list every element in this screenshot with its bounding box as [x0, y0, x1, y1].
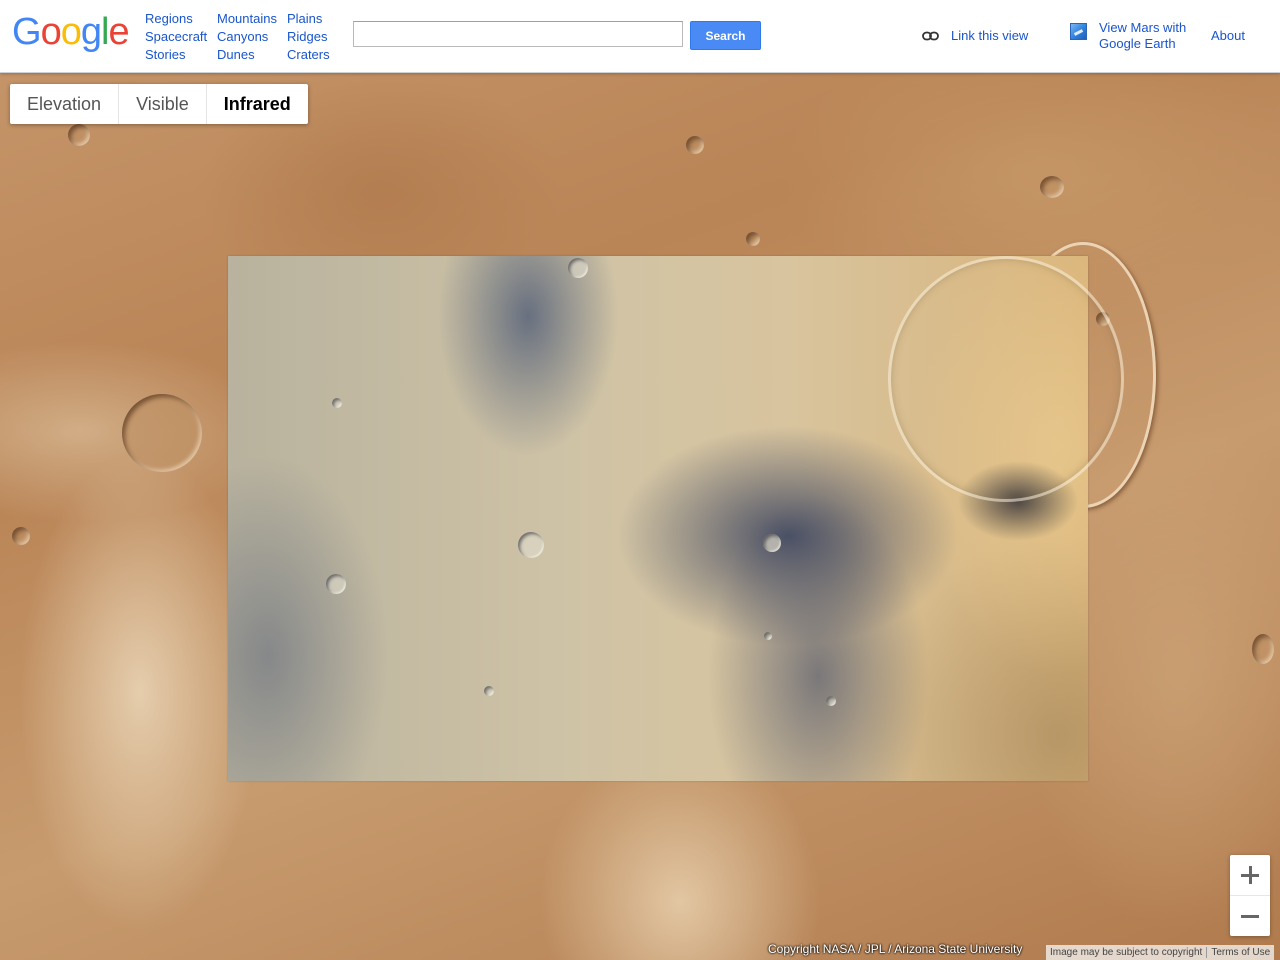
view-in-google-earth-link[interactable]: View Mars with Google Earth	[1070, 20, 1186, 52]
search-button[interactable]: Search	[690, 21, 761, 50]
about-link[interactable]: About	[1211, 28, 1245, 43]
imagery-copyright: Copyright NASA / JPL / Arizona State Uni…	[768, 942, 1023, 956]
terms-of-use-link[interactable]: Terms of Use	[1207, 947, 1274, 958]
link-icon	[922, 31, 939, 40]
crater	[484, 686, 494, 696]
minus-icon	[1241, 907, 1259, 925]
nav-link-stories[interactable]: Stories	[145, 46, 207, 64]
zoom-in-button[interactable]	[1230, 855, 1270, 895]
tab-elevation[interactable]: Elevation	[10, 84, 120, 124]
crater	[764, 632, 772, 640]
crater	[68, 124, 90, 146]
logo-letter: G	[12, 11, 42, 53]
plus-icon	[1241, 866, 1259, 884]
nav-link-ridges[interactable]: Ridges	[287, 28, 330, 46]
mars-map[interactable]	[0, 72, 1280, 960]
nav-link-dunes[interactable]: Dunes	[217, 46, 277, 64]
earth-link-line1: View Mars with	[1099, 20, 1187, 35]
zoom-out-button[interactable]	[1230, 895, 1270, 936]
google-earth-icon	[1070, 23, 1087, 40]
layer-tabs: Elevation Visible Infrared	[10, 84, 308, 124]
search-input[interactable]	[353, 21, 683, 47]
logo-letter: o	[40, 11, 62, 53]
google-logo[interactable]: Google	[12, 11, 130, 53]
image-copyright-notice: Image may be subject to copyright	[1050, 947, 1203, 958]
crater	[746, 232, 760, 246]
crater	[122, 394, 202, 472]
header-bar: Google Regions Spacecraft Stories Mounta…	[0, 0, 1280, 73]
crater-rim	[888, 256, 1124, 502]
logo-letter: e	[108, 11, 129, 53]
nav-column-1: Regions Spacecraft Stories	[145, 10, 207, 64]
nav-link-plains[interactable]: Plains	[287, 10, 330, 28]
link-this-view[interactable]: Link this view	[922, 28, 1028, 43]
nav-link-mountains[interactable]: Mountains	[217, 10, 277, 28]
earth-link-line2: Google Earth	[1099, 36, 1176, 51]
tab-visible[interactable]: Visible	[119, 84, 207, 124]
nav-column-2: Mountains Canyons Dunes	[217, 10, 277, 64]
infrared-image-overlay	[228, 256, 1124, 781]
legal-bar: Image may be subject to copyright Terms …	[1046, 945, 1275, 960]
logo-letter: g	[80, 11, 102, 53]
crater	[826, 696, 836, 706]
nav-link-spacecraft[interactable]: Spacecraft	[145, 28, 207, 46]
crater	[326, 574, 346, 594]
crater	[763, 534, 781, 552]
link-this-view-label: Link this view	[951, 28, 1029, 43]
nav-link-regions[interactable]: Regions	[145, 10, 207, 28]
crater	[1040, 176, 1064, 198]
nav-column-3: Plains Ridges Craters	[287, 10, 330, 64]
logo-letter: l	[100, 11, 110, 53]
crater	[1252, 634, 1274, 664]
crater	[12, 527, 30, 545]
crater	[568, 258, 588, 278]
crater	[518, 532, 544, 558]
nav-link-craters[interactable]: Craters	[287, 46, 330, 64]
nav-link-canyons[interactable]: Canyons	[217, 28, 277, 46]
logo-letter: o	[60, 11, 82, 53]
zoom-control	[1230, 855, 1270, 936]
tab-infrared[interactable]: Infrared	[207, 84, 308, 124]
crater	[332, 398, 342, 408]
crater	[686, 136, 704, 154]
